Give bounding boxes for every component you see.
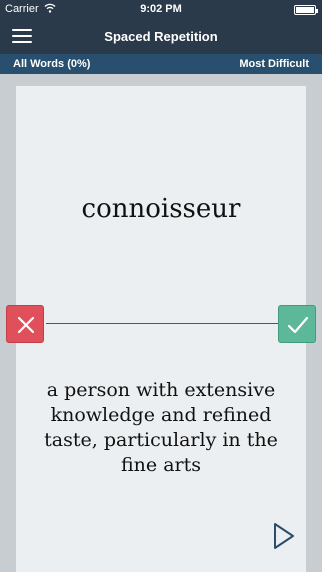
- flashcard-word: connoisseur: [81, 194, 241, 224]
- word-list-selector[interactable]: All Words (0%): [13, 58, 90, 70]
- page-title: Spaced Repetition: [104, 29, 218, 44]
- mark-wrong-button[interactable]: [6, 305, 44, 343]
- mark-correct-button[interactable]: [278, 305, 316, 343]
- difficulty-selector[interactable]: Most Difficult: [239, 58, 309, 70]
- flashcard-definition: a person with extensive knowledge and re…: [44, 379, 278, 476]
- navigation-bar: Spaced Repetition: [0, 20, 322, 54]
- checkmark-icon: [287, 316, 309, 334]
- status-bar: Carrier 9:02 PM: [0, 0, 322, 20]
- filter-bar: All Words (0%) Most Difficult: [0, 54, 322, 74]
- flashcard: connoisseur a person with extensive know…: [16, 86, 306, 572]
- clock: 9:02 PM: [140, 3, 182, 15]
- close-icon: [17, 316, 35, 334]
- play-next-icon[interactable]: [272, 522, 296, 550]
- divider: [46, 323, 278, 324]
- battery-icon: [294, 5, 318, 15]
